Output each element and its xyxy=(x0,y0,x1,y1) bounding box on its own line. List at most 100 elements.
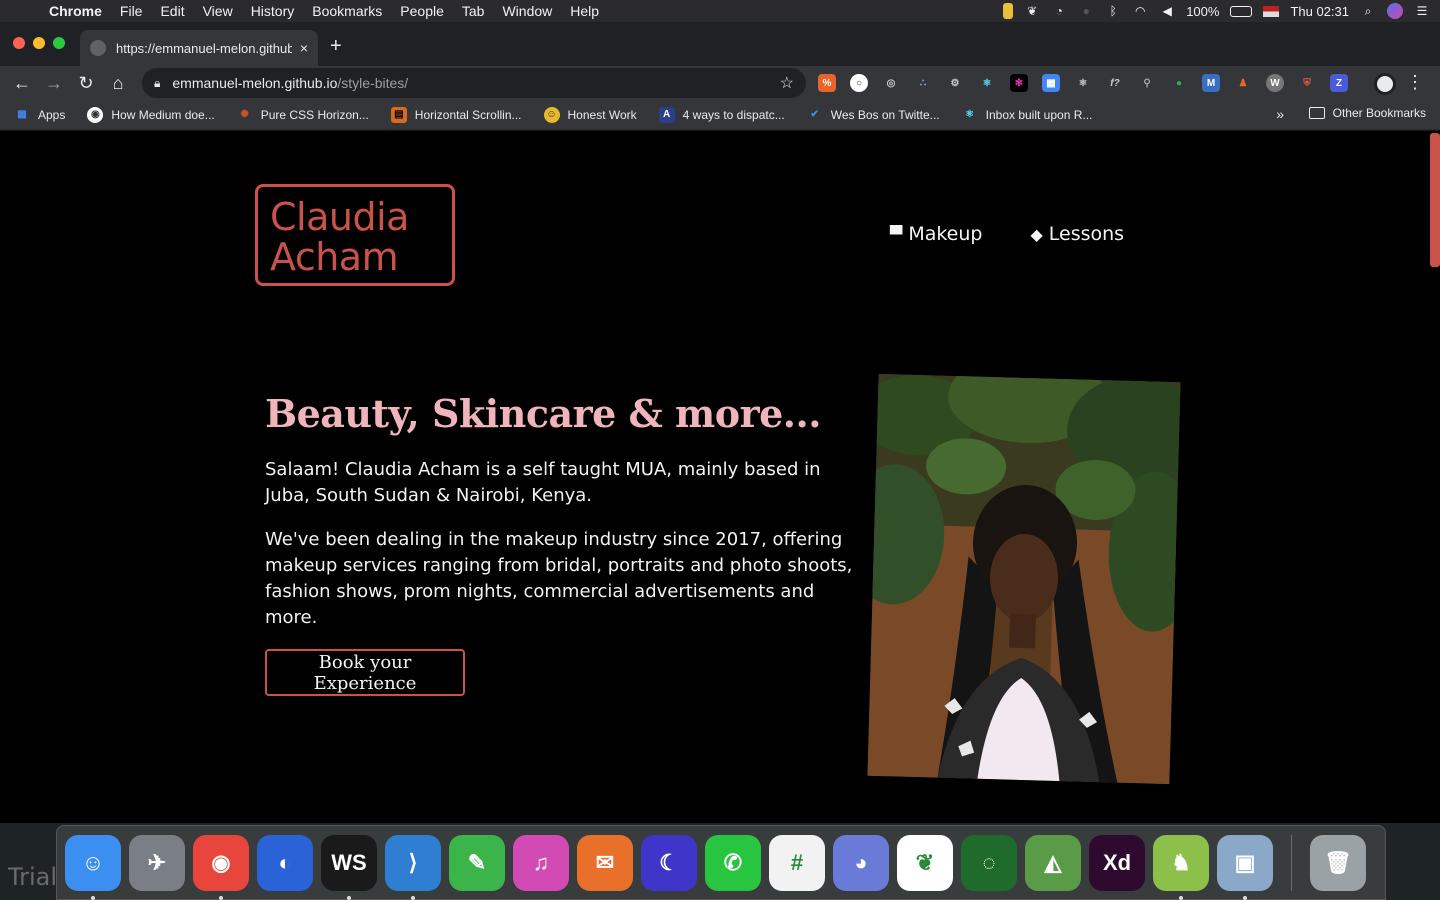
close-window-button[interactable] xyxy=(13,37,25,49)
bluetooth-icon[interactable]: ᛒ xyxy=(1105,3,1121,19)
bookmark-horizontal-scrolling[interactable]: ▤ Horizontal Scrollin... xyxy=(383,106,530,123)
adobe-xd-icon[interactable]: Xd xyxy=(1089,834,1145,891)
chrome-tab-strip: https://emmanuel-melon.github.io/style-b… xyxy=(0,22,1440,66)
extension-function-icon[interactable]: f? xyxy=(1106,74,1124,92)
record-icon[interactable]: ● xyxy=(1078,3,1094,19)
menu-view[interactable]: View xyxy=(194,3,242,19)
notification-center-icon[interactable]: ☰ xyxy=(1414,3,1430,19)
extension-pin-icon[interactable]: ⚲ xyxy=(1138,74,1156,92)
vscode-icon[interactable]: ⟩ xyxy=(385,834,441,900)
menu-help[interactable]: Help xyxy=(561,3,608,19)
firefox-icon[interactable]: ◐ xyxy=(257,834,313,891)
bookmark-inbox[interactable]: ⚛ Inbox built upon R... xyxy=(954,107,1101,123)
home-icon[interactable]: ⌂ xyxy=(102,73,134,94)
bookmark-pure-css[interactable]: ✺ Pure CSS Horizon... xyxy=(229,107,377,123)
browser-tab[interactable]: https://emmanuel-melon.github.io/style-b… xyxy=(80,30,318,66)
evernote-icon[interactable]: ❦ xyxy=(1024,3,1040,19)
address-bar[interactable]: 🔒︎ emmanuel-melon.github.io/style-bites/… xyxy=(142,68,806,98)
menu-window[interactable]: Window xyxy=(493,3,561,19)
bookmark-label: Horizontal Scrollin... xyxy=(414,107,522,122)
trash-icon[interactable]: 🗑 xyxy=(1310,834,1366,891)
menu-tab[interactable]: Tab xyxy=(453,3,494,19)
extension-redux-icon[interactable]: ⚛ xyxy=(1074,74,1092,92)
book-experience-button[interactable]: Book your Experience xyxy=(265,649,465,696)
lock-icon[interactable]: 🔒︎ xyxy=(154,76,160,91)
preview-icon[interactable]: ▣ xyxy=(1217,834,1273,900)
battery-icon[interactable] xyxy=(1230,5,1253,17)
menu-app-name[interactable]: Chrome xyxy=(40,3,111,19)
discord-icon[interactable]: ◕ xyxy=(833,834,889,891)
bookmark-apps[interactable]: ▦ Apps xyxy=(6,107,73,123)
menu-history[interactable]: History xyxy=(242,3,304,19)
extension-shield-icon[interactable]: ⛨ xyxy=(1298,74,1316,92)
chrome-icon[interactable]: ◉ xyxy=(193,834,249,900)
reload-icon[interactable]: ↻ xyxy=(70,73,102,94)
evernote-icon[interactable]: ✎ xyxy=(449,834,505,891)
react-icon: ⚛ xyxy=(965,109,975,120)
dock-area: Trial ☺ ✈ ◉ ◐ WS ⟩ ✎ ♫ ✉ ☾ ✆ # ◕ ❦ ◌ ◭ Xd ♞ ▣ 🗑 xyxy=(0,823,1440,900)
extension-circle-icon[interactable]: ○ xyxy=(850,74,868,92)
tab-close-icon[interactable]: × xyxy=(300,40,308,56)
other-bookmarks[interactable]: Other Bookmarks xyxy=(1308,106,1426,120)
back-icon[interactable]: ← xyxy=(6,73,38,94)
bookmark-dispatch[interactable]: A 4 ways to dispatc... xyxy=(651,106,793,123)
extension-w-icon[interactable]: W xyxy=(1266,74,1284,92)
whatsapp-icon[interactable]: ✆ xyxy=(705,834,761,891)
itunes-icon[interactable]: ♫ xyxy=(513,834,569,891)
extension-target-icon[interactable]: ◎ xyxy=(882,74,900,92)
minimize-window-button[interactable] xyxy=(33,37,45,49)
forward-icon[interactable]: → xyxy=(38,73,70,94)
extension-figure-icon[interactable]: ♟ xyxy=(1234,74,1252,92)
slack-icon[interactable]: # xyxy=(769,834,825,891)
extension-dots-icon[interactable]: ∴ xyxy=(914,74,932,92)
new-tab-button[interactable]: + xyxy=(330,36,342,56)
wifi-icon[interactable]: ◠ xyxy=(1132,3,1148,19)
spotlight-search-icon[interactable]: ⌕ xyxy=(1360,3,1376,19)
site-logo[interactable]: Claudia Acham xyxy=(255,184,455,286)
bookmark-star-icon[interactable]: ☆ xyxy=(780,73,794,93)
zoom-window-button[interactable] xyxy=(53,37,65,49)
android-studio-icon[interactable]: ◭ xyxy=(1025,834,1081,891)
moon-app-icon[interactable]: ☾ xyxy=(641,834,697,891)
nav-lessons-link[interactable]: ◆ Lessons xyxy=(1030,223,1124,245)
launchpad-icon[interactable]: ✈ xyxy=(129,834,185,891)
bookmark-honest-work[interactable]: ☺ Honest Work xyxy=(536,106,645,123)
extension-calendar-icon[interactable]: ▦ xyxy=(1042,74,1060,92)
more-bookmarks-icon[interactable]: » xyxy=(1276,106,1284,122)
extension-react-icon[interactable]: ⚛ xyxy=(978,74,996,92)
extension-z-icon[interactable]: Z xyxy=(1330,74,1348,92)
postman-icon[interactable]: ✉ xyxy=(577,834,633,891)
siri-icon[interactable] xyxy=(1387,3,1403,19)
menu-clock[interactable]: Thu 02:31 xyxy=(1290,4,1349,19)
page-scrollbar[interactable] xyxy=(1430,133,1440,267)
extension-m-icon[interactable]: M xyxy=(1202,74,1220,92)
shield-icon[interactable] xyxy=(1003,3,1014,19)
bookmark-wes-bos[interactable]: ✔ Wes Bos on Twitte... xyxy=(799,107,948,123)
volume-icon[interactable]: ◀ xyxy=(1159,3,1175,19)
logo-last-name: Acham xyxy=(270,235,399,279)
menu-edit[interactable]: Edit xyxy=(151,3,193,19)
mongodb-icon[interactable]: ❦ xyxy=(897,834,953,891)
chrome-menu-icon[interactable]: ⋮ xyxy=(1406,72,1424,93)
sync-icon[interactable]: ◔ xyxy=(1051,3,1067,19)
bookmark-label: Pure CSS Horizon... xyxy=(260,107,369,122)
bookmark-medium[interactable]: ◉ How Medium doe... xyxy=(79,106,222,123)
extension-gear-icon[interactable]: ⚙ xyxy=(946,74,964,92)
menu-bookmarks[interactable]: Bookmarks xyxy=(303,3,391,19)
android-file-transfer-icon[interactable]: ♞ xyxy=(1153,834,1209,900)
url-host: emmanuel-melon.github.io xyxy=(172,75,338,91)
finder-icon[interactable]: ☺ xyxy=(65,834,121,900)
flag-us-icon[interactable] xyxy=(1263,5,1280,17)
extension-rss-icon[interactable]: % xyxy=(818,74,836,92)
menu-file[interactable]: File xyxy=(111,3,152,19)
twitter-icon: ✔ xyxy=(810,109,819,120)
webstorm-icon[interactable]: WS xyxy=(321,834,377,900)
extension-graphql-icon[interactable]: ✻ xyxy=(1010,74,1028,92)
extension-leaf-icon[interactable]: ● xyxy=(1170,74,1188,92)
nav-makeup-link[interactable]: ▀ Makeup xyxy=(890,223,982,245)
profile-avatar[interactable] xyxy=(1374,73,1396,95)
menu-people[interactable]: People xyxy=(391,3,453,19)
portrait-illustration xyxy=(867,373,1181,785)
apps-grid-icon: ▦ xyxy=(17,109,27,120)
loading-app-icon[interactable]: ◌ xyxy=(961,834,1017,891)
